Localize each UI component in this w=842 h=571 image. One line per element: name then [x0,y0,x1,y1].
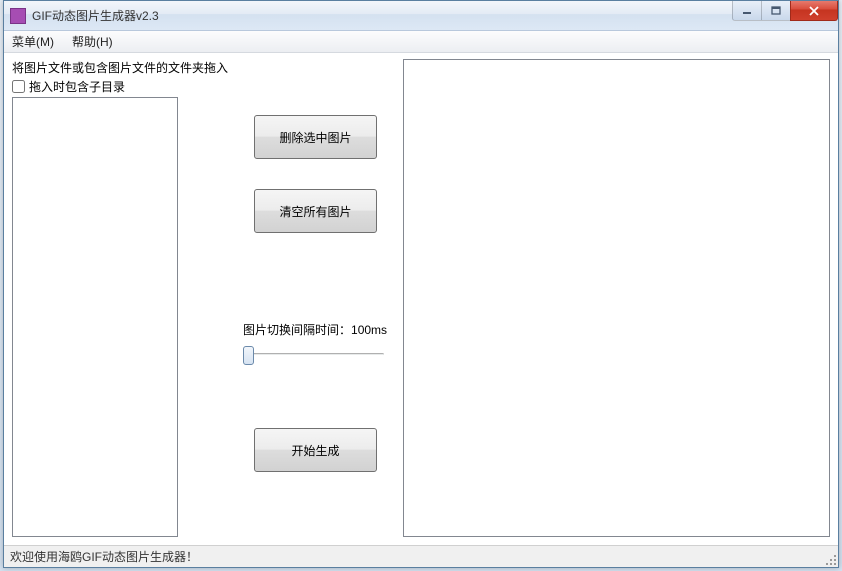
minimize-icon [742,6,752,16]
main-row: 将图片文件或包含图片文件的文件夹拖入 拖入时包含子目录 删除选中图片 清空所有图… [12,59,830,537]
left-column: 将图片文件或包含图片文件的文件夹拖入 拖入时包含子目录 [12,59,228,537]
resize-grip[interactable] [822,551,836,565]
minimize-button[interactable] [732,1,762,21]
slider-track [247,353,384,356]
middle-column: 删除选中图片 清空所有图片 图片切换间隔时间：100ms 开始生成 [238,59,393,537]
include-subdir-row[interactable]: 拖入时包含子目录 [12,78,228,95]
preview-panel [403,59,830,537]
include-subdir-label: 拖入时包含子目录 [29,78,125,95]
drag-hint-text: 将图片文件或包含图片文件的文件夹拖入 [12,59,228,76]
menubar: 菜单(M) 帮助(H) [4,31,838,53]
app-window: GIF动态图片生成器v2.3 菜单(M) 帮助(H) 将图片文件或包含图片文件的… [3,0,839,568]
start-generate-button[interactable]: 开始生成 [254,428,377,472]
delete-selected-button[interactable]: 删除选中图片 [254,115,377,159]
clear-all-button[interactable]: 清空所有图片 [254,189,377,233]
maximize-icon [771,6,781,16]
interval-slider[interactable] [243,342,388,368]
image-listbox[interactable] [12,97,178,537]
delete-selected-label: 删除选中图片 [280,129,352,146]
window-buttons [733,1,838,21]
maximize-button[interactable] [761,1,791,21]
close-button[interactable] [790,1,838,21]
menu-item-help[interactable]: 帮助(H) [72,33,113,50]
statusbar: 欢迎使用海鸥GIF动态图片生成器！ [4,545,838,567]
interval-label: 图片切换间隔时间：100ms [243,321,388,338]
client-area: 将图片文件或包含图片文件的文件夹拖入 拖入时包含子目录 删除选中图片 清空所有图… [4,53,838,545]
titlebar: GIF动态图片生成器v2.3 [4,1,838,31]
slider-thumb[interactable] [243,346,254,365]
window-title: GIF动态图片生成器v2.3 [32,7,159,24]
menu-item-menu[interactable]: 菜单(M) [12,33,54,50]
app-icon [10,8,26,24]
clear-all-label: 清空所有图片 [280,203,352,220]
close-icon [808,6,820,16]
include-subdir-checkbox[interactable] [12,80,25,93]
status-text: 欢迎使用海鸥GIF动态图片生成器！ [10,548,198,565]
start-generate-label: 开始生成 [292,442,340,459]
